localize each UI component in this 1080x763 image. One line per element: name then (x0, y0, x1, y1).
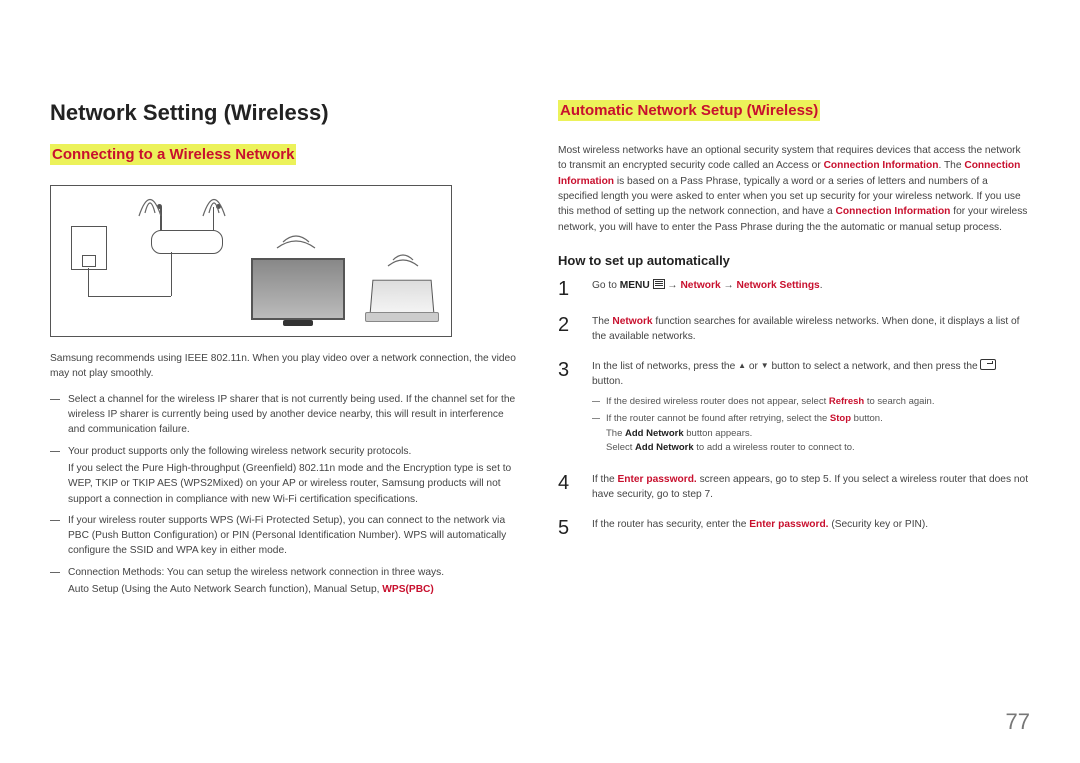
network-label: Network (612, 316, 652, 327)
down-triangle-icon: ▼ (761, 361, 769, 370)
wifi-waves-icon (383, 248, 423, 272)
tv-icon (251, 258, 345, 320)
step-5: 5 If the router has security, enter the … (558, 517, 1030, 539)
section-automatic-setup: Automatic Network Setup (Wireless) (558, 100, 820, 121)
text: Select (606, 442, 635, 453)
step-body: If the router has security, enter the En… (592, 517, 1030, 539)
sub-bullet-list: If the desired wireless router does not … (592, 395, 1030, 455)
step-number: 4 (558, 472, 576, 503)
step-3: 3 In the list of networks, press the ▲ o… (558, 359, 1030, 459)
step-body: Go to MENU → Network → Network Settings. (592, 278, 1030, 300)
steps-list: 1 Go to MENU → Network → Network Setting… (558, 278, 1030, 539)
enter-password-label: Enter password. (617, 474, 696, 485)
enter-icon (980, 359, 996, 370)
wps-pbc-label: WPS(PBC) (382, 584, 434, 595)
laptop-base-icon (365, 312, 439, 322)
step-number: 3 (558, 359, 576, 459)
text: The (606, 428, 625, 439)
network-label: Network (680, 280, 720, 291)
wifi-waves-icon (271, 228, 321, 254)
intro-paragraph: Most wireless networks have an optional … (558, 143, 1030, 235)
add-network-label: Add Network (635, 442, 694, 453)
text: button appears. (684, 428, 753, 439)
network-settings-label: Network Settings (737, 280, 820, 291)
text: If the desired wireless router does not … (606, 396, 829, 407)
step-body: The Network function searches for availa… (592, 314, 1030, 345)
router-icon (151, 230, 223, 254)
laptop-screen-icon (369, 280, 434, 316)
page-number: 77 (1006, 709, 1030, 735)
cable-icon (88, 268, 89, 296)
right-column: Automatic Network Setup (Wireless) Most … (558, 100, 1030, 603)
connection-information-label: Connection Information (824, 160, 939, 171)
connection-information-label: Connection Information (836, 206, 951, 217)
text: function searches for available wireless… (592, 316, 1020, 342)
text: button. (851, 413, 883, 424)
stop-label: Stop (830, 413, 851, 424)
bullet-indent: If you select the Pure High-throughput (… (68, 461, 522, 507)
enter-password-label: Enter password. (749, 519, 828, 530)
text: Auto Setup (Using the Auto Network Searc… (68, 584, 382, 595)
intro-text: Samsung recommends using IEEE 802.11n. W… (50, 351, 522, 382)
menu-icon (653, 279, 665, 289)
wall-jack-icon (71, 226, 107, 270)
bullet-text: Connection Methods: You can setup the wi… (68, 567, 444, 578)
step-body: If the Enter password. screen appears, g… (592, 472, 1030, 503)
bullet-text: Select a channel for the wireless IP sha… (68, 394, 515, 436)
bullet-indent: Auto Setup (Using the Auto Network Searc… (68, 582, 522, 597)
text: . The (938, 160, 964, 171)
arrow: → (665, 280, 681, 291)
step-2: 2 The Network function searches for avai… (558, 314, 1030, 345)
text: The (592, 316, 612, 327)
page-title: Network Setting (Wireless) (50, 100, 522, 126)
bullet-item: If your wireless router supports WPS (Wi… (50, 513, 522, 559)
text: Go to (592, 280, 620, 291)
up-triangle-icon: ▲ (738, 361, 746, 370)
arrow: → (721, 280, 737, 291)
howto-heading: How to set up automatically (558, 253, 1030, 268)
bullet-item: Connection Methods: You can setup the wi… (50, 565, 522, 598)
text: button. (592, 376, 623, 387)
sub-bullet: If the router cannot be found after retr… (592, 412, 1030, 455)
refresh-label: Refresh (829, 396, 864, 407)
menu-label: MENU (620, 280, 653, 291)
text: If the router has security, enter the (592, 519, 749, 530)
text: If the router cannot be found after retr… (606, 413, 830, 424)
bullet-text: Your product supports only the following… (68, 446, 411, 457)
step-number: 5 (558, 517, 576, 539)
section-connecting: Connecting to a Wireless Network (50, 144, 296, 165)
text: (Security key or PIN). (829, 519, 929, 530)
step-4: 4 If the Enter password. screen appears,… (558, 472, 1030, 503)
text: to add a wireless router to connect to. (694, 442, 855, 453)
sub-bullet: If the desired wireless router does not … (592, 395, 1030, 409)
text: In the list of networks, press the ▲ or … (592, 361, 980, 372)
bullet-text: If your wireless router supports WPS (Wi… (68, 515, 506, 557)
cable-icon (88, 296, 171, 297)
page: Network Setting (Wireless) Connecting to… (0, 0, 1080, 763)
text: to search again. (864, 396, 934, 407)
bullet-list: Select a channel for the wireless IP sha… (50, 392, 522, 598)
bullet-item: Your product supports only the following… (50, 444, 522, 507)
step-number: 1 (558, 278, 576, 300)
add-network-label: Add Network (625, 428, 684, 439)
content: Network Setting (Wireless) Connecting to… (0, 0, 1080, 603)
left-column: Network Setting (Wireless) Connecting to… (50, 100, 522, 603)
cable-icon (171, 252, 172, 296)
bullet-item: Select a channel for the wireless IP sha… (50, 392, 522, 438)
step-number: 2 (558, 314, 576, 345)
network-diagram (50, 185, 452, 337)
step-1: 1 Go to MENU → Network → Network Setting… (558, 278, 1030, 300)
wifi-waves-icon (135, 188, 235, 218)
text: If the (592, 474, 617, 485)
text: . (820, 280, 823, 291)
step-body: In the list of networks, press the ▲ or … (592, 359, 1030, 459)
